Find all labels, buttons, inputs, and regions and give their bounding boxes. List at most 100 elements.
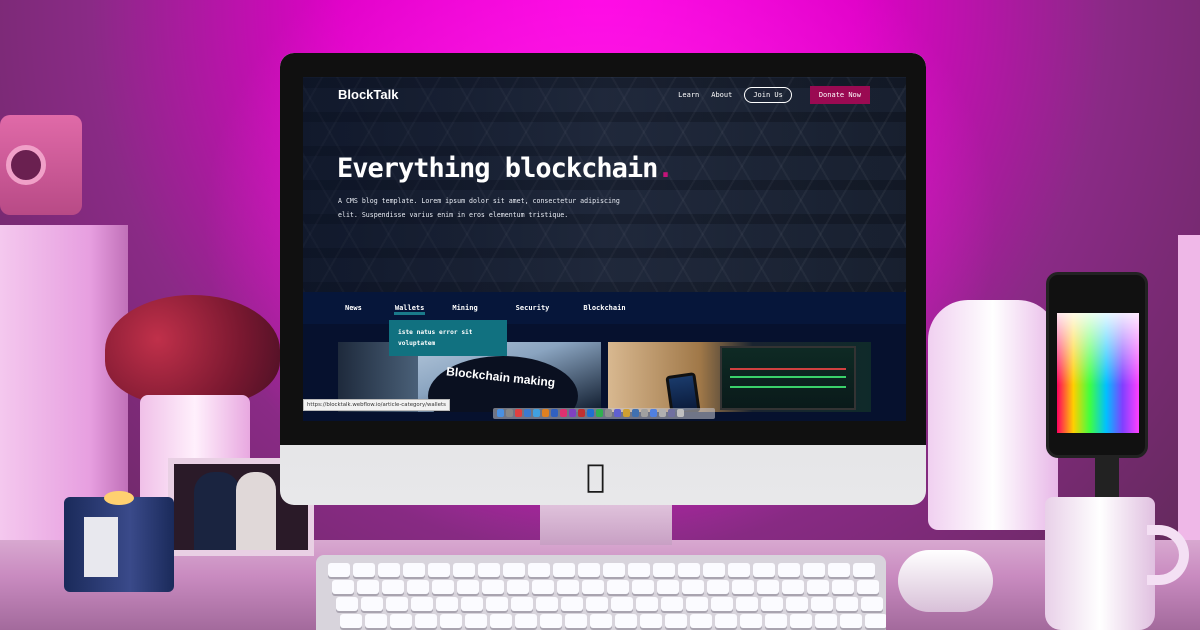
keyboard-key xyxy=(607,580,629,594)
keyboard-key xyxy=(690,614,712,628)
keyboard-key xyxy=(582,580,604,594)
keyboard-key xyxy=(378,563,400,577)
keyboard-key xyxy=(682,580,704,594)
keyboard-key xyxy=(557,580,579,594)
keyboard-key xyxy=(403,563,425,577)
keyboard-key xyxy=(340,614,362,628)
keyboard-key xyxy=(865,614,886,628)
dock-app-icon[interactable] xyxy=(551,409,558,417)
dock-app-icon[interactable] xyxy=(677,409,684,417)
keyboard-key xyxy=(365,614,387,628)
keyboard-key xyxy=(840,614,862,628)
dock-app-icon[interactable] xyxy=(578,409,585,417)
keyboard-key xyxy=(586,597,608,611)
keyboard-key xyxy=(440,614,462,628)
keyboard-key xyxy=(665,614,687,628)
keyboard-key xyxy=(357,580,379,594)
keyboard-key xyxy=(511,597,533,611)
dock-app-icon[interactable] xyxy=(569,409,576,417)
dock-app-icon[interactable] xyxy=(641,409,648,417)
keyboard-key xyxy=(836,597,858,611)
keyboard-key xyxy=(832,580,854,594)
dock-app-icon[interactable] xyxy=(650,409,657,417)
keyboard-key xyxy=(578,563,600,577)
dock-app-icon[interactable] xyxy=(632,409,639,417)
dock-app-icon[interactable] xyxy=(587,409,594,417)
keyboard-key xyxy=(386,597,408,611)
article-card-image-2[interactable] xyxy=(608,342,871,412)
category-wallets[interactable]: Wallets xyxy=(393,304,425,315)
wallets-dropdown[interactable]: iste natus error sit voluptatem xyxy=(389,320,507,356)
category-mining[interactable]: Mining xyxy=(452,304,477,312)
mouse xyxy=(898,550,993,612)
dock-app-icon[interactable] xyxy=(542,409,549,417)
keyboard-key xyxy=(732,580,754,594)
keyboard-key xyxy=(778,563,800,577)
camera-lens xyxy=(6,145,46,185)
keyboard-key xyxy=(461,597,483,611)
keyboard-key xyxy=(432,580,454,594)
dock-app-icon[interactable] xyxy=(560,409,567,417)
keyboard-key xyxy=(782,580,804,594)
keyboard-key xyxy=(811,597,833,611)
thumbs-up-statue xyxy=(928,300,1058,530)
keyboard-key xyxy=(515,614,537,628)
category-security[interactable]: Security xyxy=(516,304,550,312)
keyboard-key xyxy=(453,563,475,577)
category-blockchain[interactable]: Blockchain xyxy=(583,304,625,312)
monitor-stand xyxy=(540,500,672,545)
keyboard-key xyxy=(532,580,554,594)
dock-app-icon[interactable] xyxy=(614,409,621,417)
dock-app-icon[interactable] xyxy=(605,409,612,417)
keyboard-key xyxy=(565,614,587,628)
dock-app-icon[interactable] xyxy=(497,409,504,417)
keyboard-key xyxy=(361,597,383,611)
dock-app-icon[interactable] xyxy=(515,409,522,417)
keyboard-key xyxy=(428,563,450,577)
candle xyxy=(64,491,174,592)
keyboard-key xyxy=(803,563,825,577)
donate-now-button[interactable]: Donate Now xyxy=(809,86,870,104)
category-news[interactable]: News xyxy=(345,304,362,312)
apple-logo-icon:  xyxy=(586,460,605,492)
nav-learn[interactable]: Learn xyxy=(678,91,699,99)
join-us-button[interactable]: Join Us xyxy=(744,87,792,103)
keyboard-key xyxy=(411,597,433,611)
keyboard-key xyxy=(536,597,558,611)
dock-app-icon[interactable] xyxy=(668,409,675,417)
site-logo[interactable]: BlockTalk xyxy=(338,87,398,102)
dock-app-icon[interactable] xyxy=(659,409,666,417)
dock-app-icon[interactable] xyxy=(623,409,630,417)
dock-app-icon[interactable] xyxy=(524,409,531,417)
keyboard-key xyxy=(603,563,625,577)
nav-about[interactable]: About xyxy=(711,91,732,99)
keyboard-key xyxy=(686,597,708,611)
dock-app-icon[interactable] xyxy=(533,409,540,417)
keyboard-key xyxy=(632,580,654,594)
dock-app-icon[interactable] xyxy=(506,409,513,417)
keyboard-key xyxy=(490,614,512,628)
keyboard-key xyxy=(678,563,700,577)
hero-title: Everything blockchain. xyxy=(337,153,674,184)
keyboard xyxy=(316,555,886,630)
keyboard-key xyxy=(553,563,575,577)
keyboard-key xyxy=(736,597,758,611)
keyboard-key xyxy=(436,597,458,611)
keyboard-key xyxy=(815,614,837,628)
dock-app-icon[interactable] xyxy=(596,409,603,417)
keyboard-key xyxy=(740,614,762,628)
keyboard-key xyxy=(457,580,479,594)
status-bar-url: https://blocktalk.webflow.io/article-cat… xyxy=(303,399,450,411)
keyboard-key xyxy=(711,597,733,611)
smartphone xyxy=(1046,272,1148,458)
keyboard-key xyxy=(478,563,500,577)
instant-camera xyxy=(0,115,82,215)
mug xyxy=(1045,497,1189,630)
keyboard-key xyxy=(765,614,787,628)
top-nav: Learn About Join Us Donate Now xyxy=(678,86,870,104)
keyboard-key xyxy=(336,597,358,611)
keyboard-key xyxy=(828,563,850,577)
keyboard-key xyxy=(857,580,879,594)
keyboard-key xyxy=(528,563,550,577)
keyboard-key xyxy=(465,614,487,628)
